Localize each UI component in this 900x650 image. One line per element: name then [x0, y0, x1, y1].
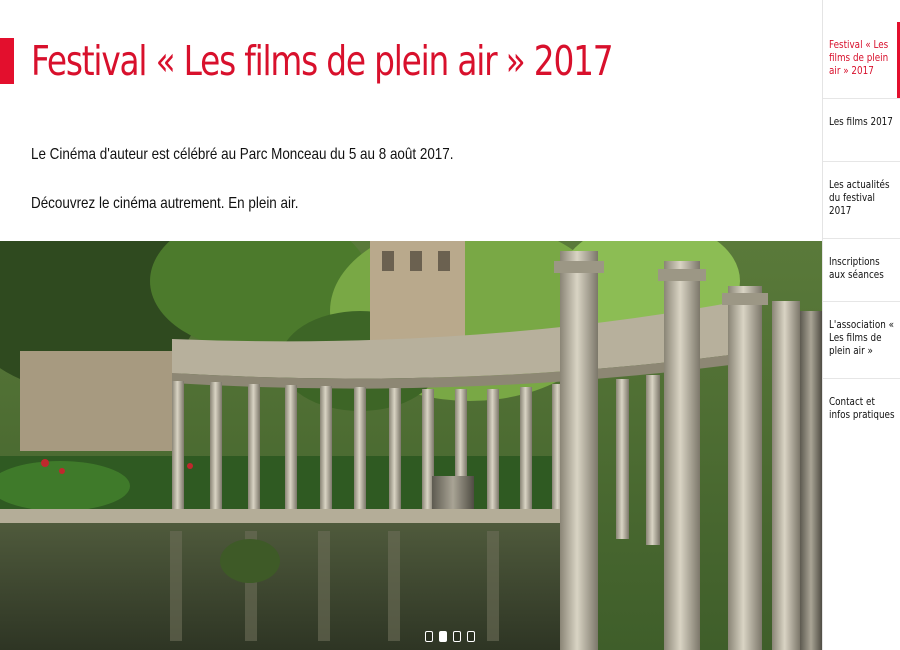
nav-item-label: Les actualités du festival 2017 [829, 178, 890, 217]
nav-item-label: L'association « Les films de plein air » [829, 318, 894, 357]
page-title: Festival « Les films de plein air » 2017 [31, 37, 614, 85]
nav-item-label: Les films 2017 [829, 115, 893, 128]
page-header: Festival « Les films de plein air » 2017… [0, 0, 822, 241]
nav-item-festival-2017[interactable]: Festival « Les films de plein air » 2017 [823, 22, 900, 99]
nav-item-films-2017[interactable]: Les films 2017 [823, 99, 900, 162]
hero-photo [0, 241, 822, 650]
slideshow-dots [425, 631, 475, 642]
nav-item-actualites[interactable]: Les actualités du festival 2017 [823, 162, 900, 239]
slide-dot-3[interactable] [453, 631, 461, 642]
nav-item-association[interactable]: L'association « Les films de plein air » [823, 302, 900, 379]
nav-item-label: Festival « Les films de plein air » 2017 [829, 38, 889, 77]
title-accent-bar [0, 38, 14, 84]
nav-item-contact[interactable]: Contact et infos pratiques [823, 379, 900, 454]
intro-tagline: Découvrez le cinéma autrement. En plein … [31, 195, 299, 212]
slide-dot-2[interactable] [439, 631, 447, 642]
nav-item-inscriptions[interactable]: Inscriptions aux séances [823, 239, 900, 302]
sidebar-nav: Festival « Les films de plein air » 2017… [822, 0, 900, 650]
main-content: Festival « Les films de plein air » 2017… [0, 0, 822, 650]
intro-text: Le Cinéma d'auteur est célébré au Parc M… [31, 146, 454, 163]
nav-item-label: Inscriptions aux séances [829, 255, 884, 281]
slide-dot-4[interactable] [467, 631, 475, 642]
nav-item-label: Contact et infos pratiques [829, 395, 895, 421]
slide-dot-1[interactable] [425, 631, 433, 642]
